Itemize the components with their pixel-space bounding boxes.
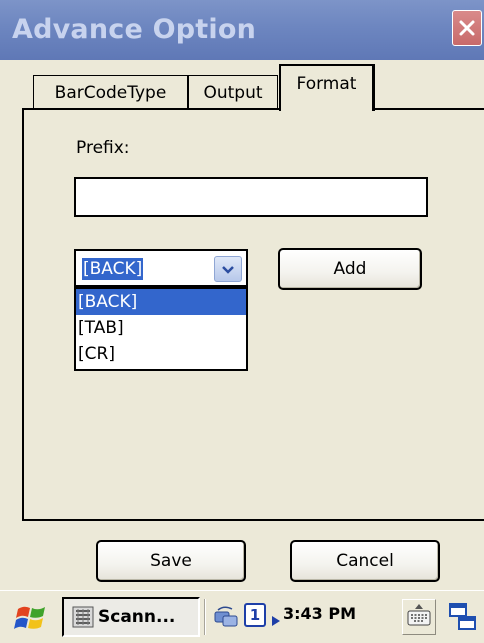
combo-dropdown-list: [BACK] [TAB] [CR] [74, 287, 248, 371]
prefix-label: Prefix: [76, 138, 130, 158]
window-switch-icon[interactable] [448, 601, 478, 633]
close-icon [458, 19, 476, 37]
dropdown-option-tab[interactable]: [TAB] [76, 315, 246, 341]
start-flag-icon[interactable] [14, 603, 48, 633]
taskbar-task-scanner[interactable]: Scann... [62, 597, 200, 637]
save-button[interactable]: Save [96, 540, 246, 582]
taskbar-task-label: Scann... [98, 607, 176, 627]
tab-panel-border-top [22, 108, 484, 110]
cancel-button[interactable]: Cancel [290, 540, 440, 582]
tab-format[interactable]: Format [279, 64, 375, 111]
connection-icon[interactable] [212, 603, 240, 631]
title-bar: Advance Option [0, 0, 484, 60]
notification-badge[interactable]: 1 [244, 603, 266, 627]
play-triangle-icon [272, 611, 280, 626]
window-title: Advance Option [12, 14, 256, 45]
clock[interactable]: 3:43 PM [283, 604, 356, 623]
dropdown-option-back[interactable]: [BACK] [76, 289, 246, 315]
keyboard-button[interactable] [402, 599, 436, 635]
tab-barcodetype[interactable]: BarCodeType [33, 75, 188, 109]
combo-selected-value: [BACK] [79, 256, 146, 282]
keyboard-icon [406, 602, 432, 632]
chevron-down-icon [221, 260, 235, 279]
close-button[interactable] [452, 10, 482, 46]
combo-dropdown-button[interactable] [214, 256, 242, 282]
scanner-app-icon [72, 606, 94, 628]
special-key-combo[interactable]: [BACK] [74, 249, 248, 287]
add-button[interactable]: Add [278, 248, 422, 290]
tab-output[interactable]: Output [188, 75, 278, 109]
prefix-input[interactable] [74, 177, 428, 217]
tab-panel-border-left [22, 108, 24, 520]
taskbar-separator [204, 599, 206, 635]
tab-panel-border-bottom [22, 519, 484, 521]
dropdown-option-cr[interactable]: [CR] [76, 341, 246, 367]
taskbar: Scann... 1 3:43 PM [0, 590, 484, 643]
